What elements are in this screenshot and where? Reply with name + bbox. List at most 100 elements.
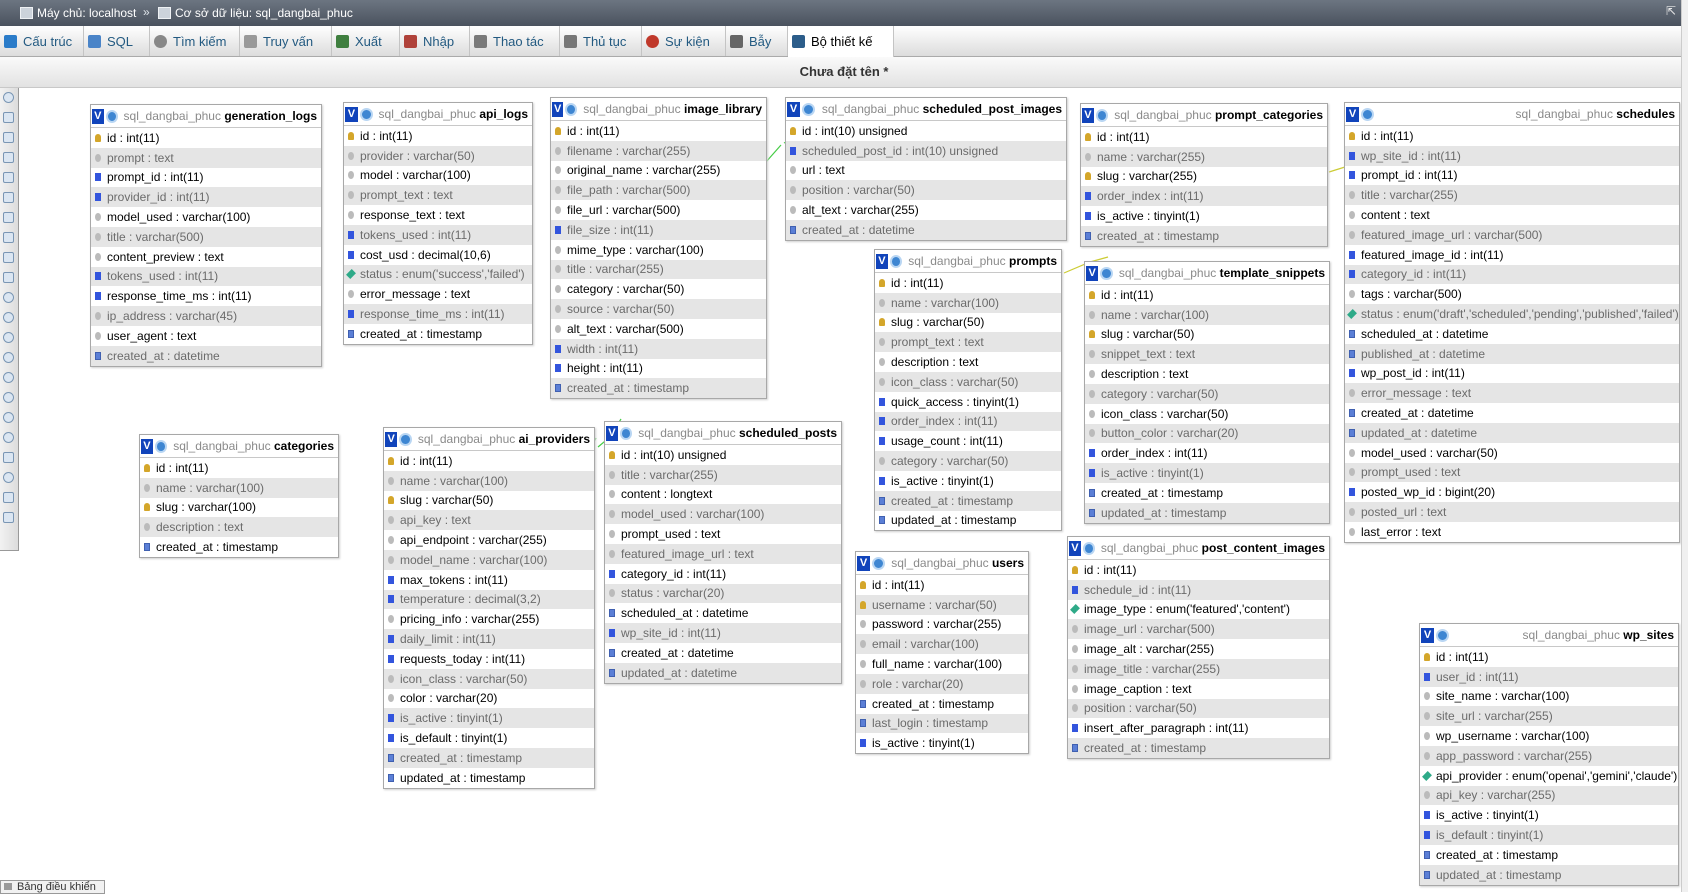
column-row[interactable]: schedule_id : int(11) bbox=[1068, 579, 1329, 600]
table-title[interactable]: sql_dangbai_phuc ai_providers bbox=[412, 432, 594, 446]
column-row[interactable]: id : int(11) bbox=[1420, 647, 1678, 667]
column-row[interactable]: name : varchar(255) bbox=[1081, 146, 1327, 167]
column-row[interactable]: response_time_ms : int(11) bbox=[91, 286, 321, 306]
table-image-library[interactable]: V sql_dangbai_phuc image_library id : in… bbox=[550, 97, 767, 400]
toggle-columns-icon[interactable]: V bbox=[1082, 107, 1094, 123]
toggle-columns-icon[interactable]: V bbox=[385, 431, 398, 447]
column-row[interactable]: created_at : timestamp bbox=[344, 324, 532, 344]
table-options-icon[interactable] bbox=[1082, 541, 1095, 555]
column-row[interactable]: updated_at : timestamp bbox=[875, 511, 1061, 531]
toggle-columns-icon[interactable]: V bbox=[606, 425, 618, 441]
column-row[interactable]: description : text bbox=[875, 352, 1061, 372]
column-row[interactable]: id : int(11) bbox=[551, 121, 766, 141]
table-scheduled-post-images[interactable]: V sql_dangbai_phuc scheduled_post_images… bbox=[785, 97, 1067, 241]
toggle-columns-icon[interactable]: V bbox=[552, 101, 564, 117]
column-row[interactable]: order_index : int(11) bbox=[1081, 186, 1327, 207]
table-options-icon[interactable] bbox=[154, 439, 168, 453]
table-header[interactable]: V sql_dangbai_phuc prompts bbox=[875, 250, 1061, 273]
column-row[interactable]: title : varchar(255) bbox=[1345, 185, 1679, 206]
column-row[interactable]: user_id : int(11) bbox=[1420, 666, 1678, 687]
column-row[interactable]: user_agent : text bbox=[91, 326, 321, 346]
column-row[interactable]: full_name : varchar(100) bbox=[856, 654, 1028, 674]
table-title[interactable]: sql_dangbai_phuc api_logs bbox=[373, 107, 532, 121]
column-row[interactable]: position : varchar(50) bbox=[1068, 698, 1329, 719]
column-row[interactable]: url : text bbox=[786, 161, 1066, 181]
table-title[interactable]: sql_dangbai_phuc post_content_images bbox=[1095, 541, 1329, 555]
column-row[interactable]: order_index : int(11) bbox=[1085, 443, 1329, 463]
column-row[interactable]: daily_limit : int(11) bbox=[384, 629, 594, 649]
column-row[interactable]: scheduled_at : datetime bbox=[605, 603, 841, 623]
column-row[interactable]: quick_access : tinyint(1) bbox=[875, 392, 1061, 412]
column-row[interactable]: created_at : timestamp bbox=[856, 694, 1028, 714]
column-row[interactable]: image_title : varchar(255) bbox=[1068, 658, 1329, 679]
column-row[interactable]: model_name : varchar(100) bbox=[384, 549, 594, 570]
table-ai-providers[interactable]: V sql_dangbai_phuc ai_providers id : int… bbox=[383, 427, 595, 789]
column-row[interactable]: updated_at : datetime bbox=[1345, 422, 1679, 443]
column-row[interactable]: category_id : int(11) bbox=[1345, 264, 1679, 285]
column-row[interactable]: featured_image_id : int(11) bbox=[1345, 245, 1679, 265]
column-row[interactable]: slug : varchar(100) bbox=[140, 498, 338, 518]
column-row[interactable]: id : int(11) bbox=[1085, 285, 1329, 305]
column-row[interactable]: posted_url : text bbox=[1345, 502, 1679, 522]
column-row[interactable]: model : varchar(100) bbox=[344, 166, 532, 186]
column-row[interactable]: name : varchar(100) bbox=[1085, 304, 1329, 325]
column-row[interactable]: prompt_used : text bbox=[1345, 462, 1679, 483]
column-row[interactable]: tags : varchar(500) bbox=[1345, 284, 1679, 304]
vertical-scrollbar[interactable] bbox=[1681, 0, 1688, 892]
column-row[interactable]: api_key : text bbox=[384, 510, 594, 531]
column-row[interactable]: tokens_used : int(11) bbox=[91, 266, 321, 287]
column-row[interactable]: prompt_id : int(11) bbox=[1345, 166, 1679, 186]
table-header[interactable]: V sql_dangbai_phuc post_content_images bbox=[1068, 537, 1329, 560]
table-title[interactable]: sql_dangbai_phuc generation_logs bbox=[118, 109, 321, 123]
column-row[interactable]: name : varchar(100) bbox=[384, 470, 594, 491]
column-row[interactable]: status : enum('success','failed') bbox=[344, 264, 532, 285]
toggle-columns-icon[interactable]: V bbox=[857, 555, 870, 571]
table-options-icon[interactable] bbox=[105, 109, 118, 123]
column-row[interactable]: response_text : text bbox=[344, 205, 532, 225]
table-options-icon[interactable] bbox=[889, 254, 903, 268]
column-row[interactable]: alt_text : varchar(500) bbox=[551, 319, 766, 339]
table-options-icon[interactable] bbox=[1361, 107, 1374, 121]
column-row[interactable]: api_provider : enum('openai','gemini','c… bbox=[1420, 766, 1678, 786]
relation-line[interactable] bbox=[765, 144, 782, 163]
column-row[interactable]: api_endpoint : varchar(255) bbox=[384, 530, 594, 550]
toggle-columns-icon[interactable]: V bbox=[345, 106, 358, 122]
column-row[interactable]: updated_at : timestamp bbox=[384, 768, 594, 788]
column-row[interactable]: name : varchar(100) bbox=[875, 292, 1061, 313]
column-row[interactable]: status : varchar(20) bbox=[605, 583, 841, 604]
table-header[interactable]: V sql_dangbai_phuc schedules bbox=[1345, 103, 1679, 126]
column-row[interactable]: provider_id : int(11) bbox=[91, 187, 321, 208]
column-row[interactable]: content : longtext bbox=[605, 485, 841, 505]
column-row[interactable]: order_index : int(11) bbox=[875, 411, 1061, 432]
column-row[interactable]: model_used : varchar(100) bbox=[605, 504, 841, 525]
column-row[interactable]: image_type : enum('featured','content') bbox=[1068, 600, 1329, 620]
column-row[interactable]: temperature : decimal(3,2) bbox=[384, 589, 594, 610]
column-row[interactable]: prompt_text : text bbox=[344, 185, 532, 206]
table-title[interactable]: sql_dangbai_phuc schedules bbox=[1374, 107, 1679, 121]
table-options-icon[interactable] bbox=[872, 556, 885, 570]
column-row[interactable]: is_default : tinyint(1) bbox=[1420, 825, 1678, 845]
column-row[interactable]: tokens_used : int(11) bbox=[344, 224, 532, 245]
toggle-columns-icon[interactable]: V bbox=[876, 253, 888, 269]
column-row[interactable]: error_message : text bbox=[344, 284, 532, 304]
table-title[interactable]: sql_dangbai_phuc scheduled_post_images bbox=[815, 102, 1066, 116]
column-row[interactable]: button_color : varchar(20) bbox=[1085, 423, 1329, 444]
toggle-columns-icon[interactable]: V bbox=[1346, 106, 1359, 122]
table-options-icon[interactable] bbox=[1436, 628, 1449, 642]
column-row[interactable]: snippet_text : text bbox=[1085, 344, 1329, 365]
column-row[interactable]: is_active : tinyint(1) bbox=[384, 708, 594, 729]
column-row[interactable]: is_active : tinyint(1) bbox=[856, 733, 1028, 753]
table-title[interactable]: sql_dangbai_phuc prompt_categories bbox=[1108, 108, 1327, 122]
column-row[interactable]: created_at : timestamp bbox=[140, 537, 338, 557]
table-scheduled-posts[interactable]: V sql_dangbai_phuc scheduled_posts id : … bbox=[604, 421, 842, 684]
column-row[interactable]: file_path : varchar(500) bbox=[551, 180, 766, 201]
table-header[interactable]: V sql_dangbai_phuc categories bbox=[140, 435, 338, 458]
table-header[interactable]: V sql_dangbai_phuc scheduled_post_images bbox=[786, 98, 1066, 121]
column-row[interactable]: error_message : text bbox=[1345, 383, 1679, 404]
table-categories[interactable]: V sql_dangbai_phuc categories id : int(1… bbox=[139, 434, 339, 558]
column-row[interactable]: model_used : varchar(50) bbox=[1345, 443, 1679, 463]
column-row[interactable]: featured_image_url : varchar(500) bbox=[1345, 224, 1679, 245]
column-row[interactable]: is_active : tinyint(1) bbox=[1085, 463, 1329, 483]
column-row[interactable]: id : int(11) bbox=[875, 273, 1061, 293]
column-row[interactable]: slug : varchar(255) bbox=[1081, 167, 1327, 187]
